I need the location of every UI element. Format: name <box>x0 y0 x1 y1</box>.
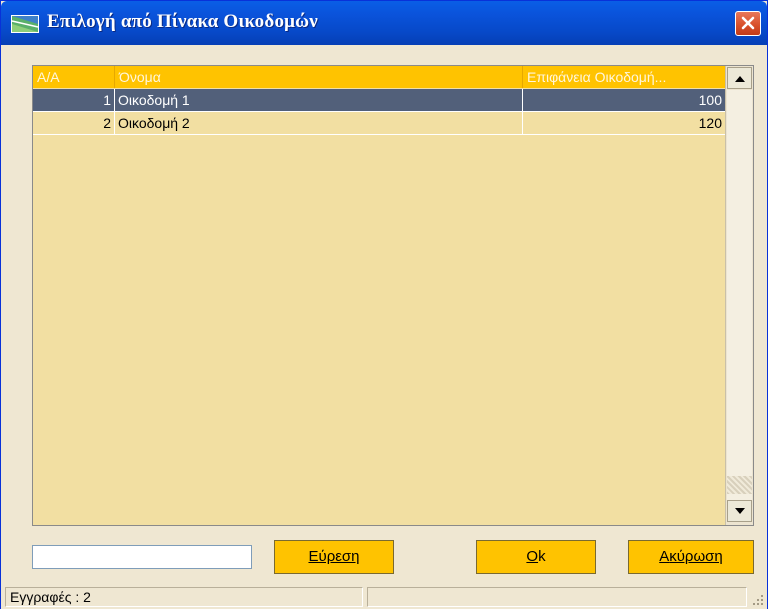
column-header-name[interactable]: Όνομα <box>115 66 522 88</box>
buildings-grid[interactable]: A/A Όνομα Επιφάνεια Οικοδομή... 1 Οικοδο… <box>32 65 754 526</box>
scroll-thumb[interactable] <box>727 476 752 494</box>
title-bar[interactable]: Επιλογή από Πίνακα Οικοδομών <box>1 1 767 45</box>
status-bar: Εγγραφές : 2 <box>1 585 767 609</box>
search-button-accesskey: Ε <box>308 548 319 565</box>
status-panel-secondary <box>367 587 747 607</box>
search-input[interactable] <box>32 545 252 569</box>
cell-aa: 1 <box>103 92 111 108</box>
grid-header: A/A Όνομα Επιφάνεια Οικοδομή... <box>33 66 725 88</box>
search-button-label-rest: ύρεση <box>318 548 360 565</box>
ok-button[interactable]: Ok <box>476 540 596 574</box>
scroll-track[interactable] <box>727 90 752 500</box>
search-button[interactable]: Εύρεση <box>274 540 394 574</box>
table-window-icon <box>11 15 39 33</box>
records-count: Εγγραφές : 2 <box>5 587 363 607</box>
cancel-button-accesskey: Α <box>659 548 670 565</box>
window-title: Επιλογή από Πίνακα Οικοδομών <box>47 11 318 32</box>
ok-button-label-rest: k <box>538 548 546 565</box>
cell-name: Οικοδομή 1 <box>118 92 190 108</box>
close-button[interactable] <box>735 11 761 36</box>
cell-name: Οικοδομή 2 <box>118 115 190 131</box>
cell-aa: 2 <box>103 115 111 131</box>
ok-button-accesskey: O <box>526 548 539 565</box>
column-header-aa[interactable]: A/A <box>33 66 114 88</box>
resize-grip-icon[interactable] <box>749 591 765 607</box>
vertical-scrollbar[interactable] <box>725 66 753 525</box>
dialog-window: Επιλογή από Πίνακα Οικοδομών A/A Όνομα Ε… <box>0 0 768 609</box>
scroll-up-button[interactable] <box>727 67 752 89</box>
cancel-button[interactable]: Ακύρωση <box>628 540 754 574</box>
table-row[interactable]: 2 Οικοδομή 2 120 <box>33 112 725 134</box>
cancel-button-label-rest: κύρωση <box>669 548 723 565</box>
cell-area: 120 <box>698 115 722 131</box>
cell-area: 100 <box>698 92 722 108</box>
scroll-down-button[interactable] <box>727 500 752 522</box>
column-header-area[interactable]: Επιφάνεια Οικοδομή... <box>523 66 725 88</box>
table-row[interactable]: 1 Οικοδομή 1 100 <box>33 89 725 111</box>
